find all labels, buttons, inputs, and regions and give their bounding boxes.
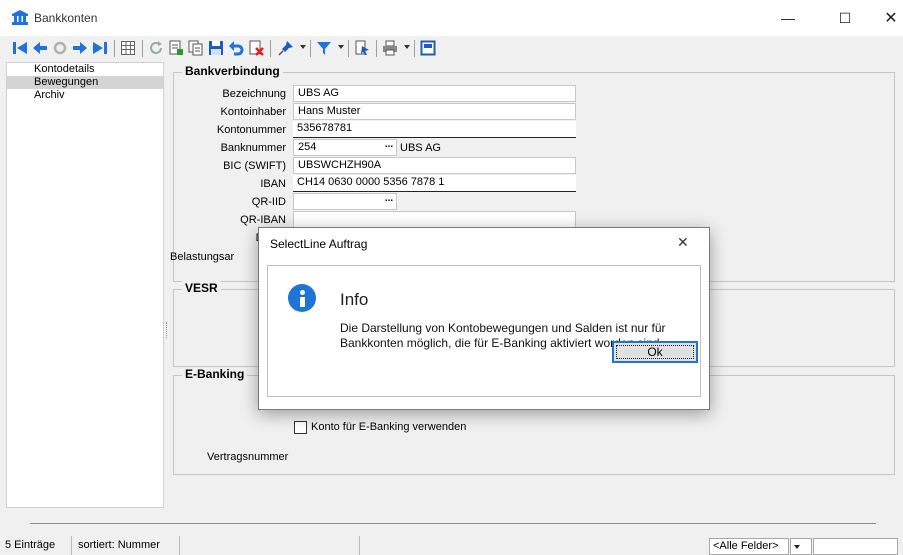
toolbar: [0, 36, 903, 62]
pin-icon[interactable]: [278, 40, 294, 56]
toolbar-separator: [414, 40, 415, 57]
refresh-disabled-icon: [52, 40, 68, 56]
detail-navigation: Kontodetails Bewegungen Archiv: [6, 62, 164, 508]
group-title-vesr: VESR: [182, 281, 221, 295]
label-bezeichnung: Bezeichnung: [222, 88, 286, 100]
previous-record-icon[interactable]: [32, 40, 48, 56]
status-empty-cell: [181, 536, 360, 555]
label-belastungsart: Belastungsar: [170, 251, 235, 263]
toolbar-separator: [114, 40, 115, 57]
field-filter-select[interactable]: <Alle Felder>: [709, 538, 789, 555]
maximize-button[interactable]: ☐: [822, 0, 868, 36]
quick-search-input[interactable]: [813, 538, 898, 555]
group-title-ebanking: E-Banking: [182, 367, 248, 381]
info-icon: [288, 284, 316, 312]
info-dialog: SelectLine Auftrag ✕ Info Die Darstellun…: [258, 227, 710, 410]
pin-dropdown-icon[interactable]: [300, 45, 306, 49]
first-record-icon[interactable]: [12, 40, 28, 56]
kontonummer-field[interactable]: 535678781: [293, 121, 576, 138]
window-title: Bankkonten: [34, 11, 98, 25]
qr-iban-field[interactable]: [293, 211, 576, 228]
horizontal-scrollbar[interactable]: [30, 523, 876, 524]
undo-icon[interactable]: [228, 40, 244, 56]
filter-icon[interactable]: [316, 40, 332, 56]
toolbar-separator: [142, 40, 143, 57]
dialog-close-button[interactable]: ✕: [677, 234, 689, 251]
minimize-button[interactable]: —: [765, 0, 811, 36]
qr-iid-lookup-button[interactable]: ...: [382, 194, 396, 209]
reload-icon[interactable]: [148, 40, 164, 56]
bank-name-text: UBS AG: [400, 142, 441, 154]
toolbar-separator: [348, 40, 349, 57]
nav-item-kontodetails[interactable]: Kontodetails: [7, 63, 163, 76]
print-dropdown-icon[interactable]: [404, 45, 410, 49]
title-bar: Bankkonten — ☐ ✕: [0, 0, 903, 36]
save-icon[interactable]: [208, 40, 224, 56]
label-banknummer: Banknummer: [220, 142, 286, 154]
iban-field[interactable]: CH14 0630 0000 5356 7878 1: [293, 175, 576, 192]
dialog-heading: Info: [340, 290, 369, 309]
label-kontonummer: Kontonummer: [216, 124, 286, 136]
label-iban: IBAN: [260, 178, 286, 190]
last-record-icon[interactable]: [92, 40, 108, 56]
filter-dropdown-icon[interactable]: [338, 45, 344, 49]
label-qr-iban: QR-IBAN: [240, 214, 286, 226]
label-bic: BIC (SWIFT): [223, 160, 286, 172]
toolbar-separator: [270, 40, 271, 57]
splitter-handle[interactable]: [166, 322, 169, 338]
nav-item-archiv[interactable]: Archiv: [7, 89, 163, 102]
new-record-icon[interactable]: [168, 40, 184, 56]
bic-field[interactable]: UBSWCHZH90A: [293, 157, 576, 174]
group-title-bankverbindung: Bankverbindung: [182, 64, 283, 78]
table-view-icon[interactable]: [120, 40, 136, 56]
kontoinhaber-field[interactable]: Hans Muster: [293, 103, 576, 120]
dialog-title: SelectLine Auftrag: [270, 237, 368, 251]
copy-record-icon[interactable]: [188, 40, 204, 56]
dialog-body: Info Die Darstellung von Kontobewegungen…: [267, 265, 701, 397]
banknummer-lookup-button[interactable]: ...: [382, 140, 396, 155]
field-filter-dropdown[interactable]: [790, 538, 812, 555]
label-vertragsnummer: Vertragsnummer: [207, 451, 289, 463]
layout-icon[interactable]: [420, 40, 436, 56]
bookmark-icon[interactable]: [354, 40, 370, 56]
toolbar-separator: [376, 40, 377, 57]
toolbar-separator: [310, 40, 311, 57]
bank-icon: [12, 10, 28, 25]
focus-rect: [616, 345, 694, 359]
chevron-down-icon: [794, 545, 800, 549]
close-button[interactable]: ✕: [868, 0, 903, 36]
status-bar: 5 Einträge sortiert: Nummer <Alle Felder…: [0, 536, 903, 555]
label-qr-iid: QR-IID: [251, 196, 286, 208]
status-sort-order: sortiert: Nummer: [73, 536, 180, 555]
label-kontoinhaber: Kontoinhaber: [220, 106, 286, 118]
delete-icon[interactable]: [248, 40, 264, 56]
ok-button[interactable]: Ok: [612, 341, 698, 363]
print-icon[interactable]: [382, 40, 398, 56]
ebanking-checkbox[interactable]: [294, 421, 307, 434]
nav-item-bewegungen[interactable]: Bewegungen: [7, 76, 163, 89]
next-record-icon[interactable]: [72, 40, 88, 56]
status-record-count: 5 Einträge: [0, 536, 72, 555]
bezeichnung-field[interactable]: UBS AG: [293, 85, 576, 102]
ebanking-checkbox-label[interactable]: Konto für E-Banking verwenden: [311, 421, 466, 433]
